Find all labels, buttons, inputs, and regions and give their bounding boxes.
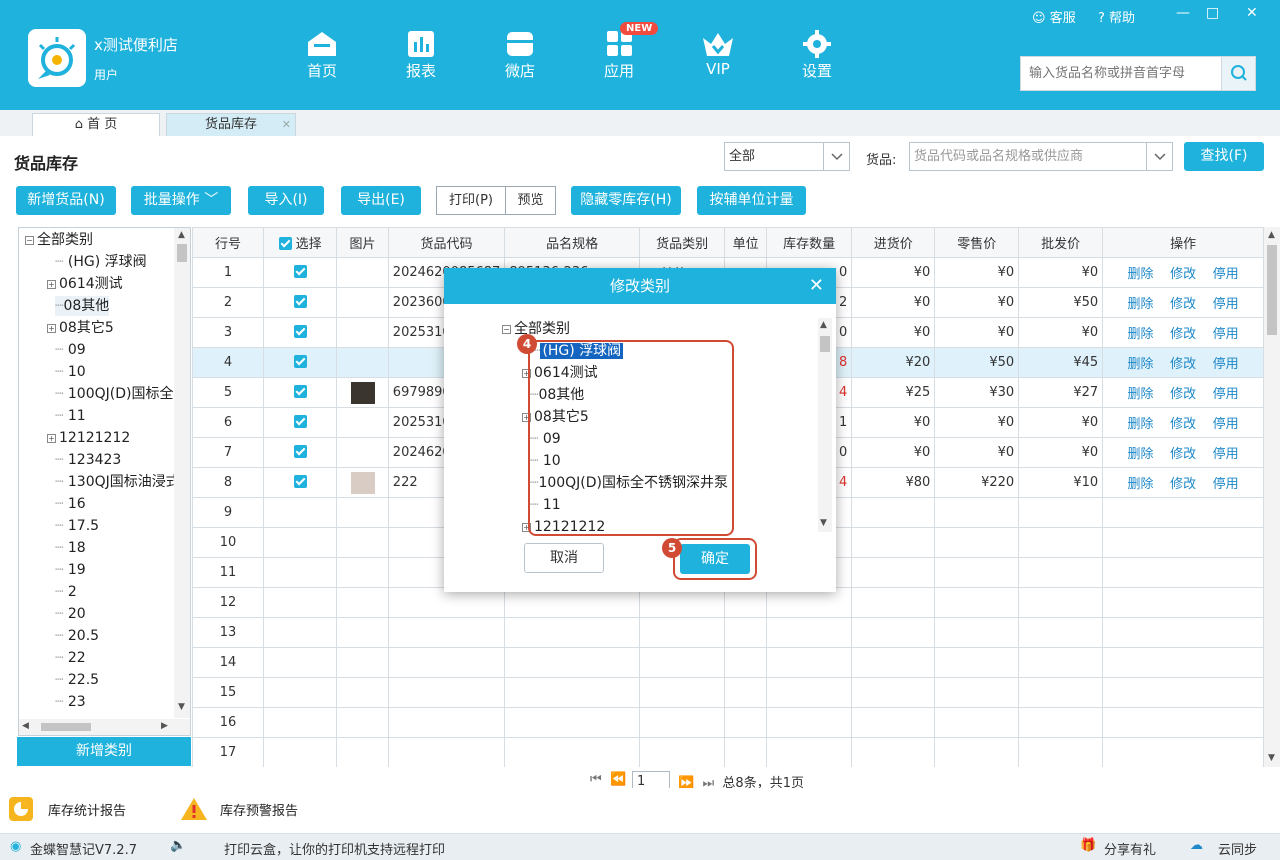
step-badge-5: 5 — [662, 538, 682, 558]
dialog-tree-scrollbar[interactable]: ▲ ▼ — [818, 318, 832, 532]
scroll-thumb[interactable] — [820, 336, 830, 352]
dialog-header: 修改类别 ✕ — [444, 268, 836, 304]
highlight-box-confirm — [673, 538, 757, 580]
dialog-tree-item[interactable]: − 全部类别 — [502, 319, 570, 339]
highlight-box-tree — [528, 340, 734, 536]
close-icon[interactable]: ✕ — [809, 268, 824, 304]
scroll-down-icon[interactable]: ▼ — [820, 518, 827, 528]
cancel-button[interactable]: 取消 — [524, 543, 604, 573]
collapse-icon[interactable]: − — [502, 325, 511, 334]
scroll-up-icon[interactable]: ▲ — [820, 320, 827, 330]
step-badge-4: 4 — [517, 334, 537, 354]
modal-overlay: 修改类别 ✕ − 全部类别 ┈ (HG) 浮球阀 +0614测试 ┈08其他 +08… — [0, 0, 1280, 860]
edit-category-dialog: 修改类别 ✕ − 全部类别 ┈ (HG) 浮球阀 +0614测试 ┈08其他 +08… — [444, 268, 836, 592]
dialog-title: 修改类别 — [609, 277, 670, 295]
